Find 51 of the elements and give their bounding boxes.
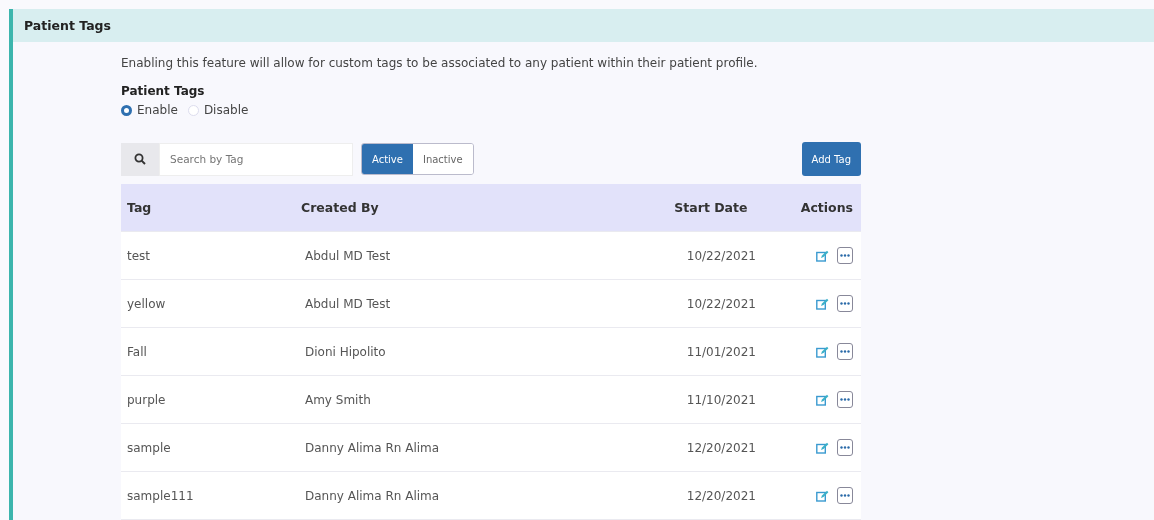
column-header: Tag xyxy=(126,200,153,215)
ellipsis-icon xyxy=(840,398,850,401)
table-cell-text: 11/10/2021 xyxy=(686,392,757,407)
table-cell-text: Danny Alima Rn Alima xyxy=(304,440,441,455)
add-tag-button[interactable]: Add Tag xyxy=(801,142,861,176)
search-field[interactable]: Search by Tag xyxy=(159,142,353,176)
more-button[interactable] xyxy=(837,487,853,504)
table-cell-text: Amy Smith xyxy=(304,392,372,407)
table-cell-text: Fall xyxy=(126,344,148,359)
radio-icon[interactable] xyxy=(121,104,132,116)
table-cell-text: Abdul MD Test xyxy=(304,296,392,311)
radio-option[interactable]: Disable xyxy=(187,103,249,117)
table-cell-text: 12/20/2021 xyxy=(686,488,757,503)
edit-icon[interactable] xyxy=(816,249,829,262)
filter-tab[interactable]: Inactive xyxy=(412,144,473,174)
table-cell-text: test xyxy=(126,248,152,263)
ellipsis-icon xyxy=(840,350,850,353)
ellipsis-icon xyxy=(840,446,850,449)
table-cell-text: yellow xyxy=(126,296,167,311)
more-button[interactable] xyxy=(837,247,853,264)
table-cell-text: Abdul MD Test xyxy=(304,248,392,263)
edit-icon[interactable] xyxy=(816,489,829,502)
search-icon xyxy=(121,142,159,176)
table-cell-text: Danny Alima Rn Alima xyxy=(304,488,441,503)
more-button[interactable] xyxy=(837,343,853,360)
column-header: Actions xyxy=(800,200,854,215)
ellipsis-icon xyxy=(840,302,850,305)
section-title: Patient Tags xyxy=(24,18,111,33)
setting-label: Patient Tags xyxy=(121,84,206,98)
more-button[interactable] xyxy=(837,295,853,312)
filter-tab[interactable]: Active xyxy=(362,144,413,174)
edit-icon[interactable] xyxy=(816,441,829,454)
radio-option[interactable]: Enable xyxy=(121,103,178,117)
description-text: Enabling this feature will allow for custom tags to be associated to any patient within their patient profile. xyxy=(121,56,759,70)
ellipsis-icon xyxy=(840,254,850,257)
table-cell-text: sample111 xyxy=(126,488,195,503)
more-button[interactable] xyxy=(837,391,853,408)
table-cell-text: 10/22/2021 xyxy=(686,248,757,263)
table-cell-text: 12/20/2021 xyxy=(686,440,757,455)
table-cell-text: 10/22/2021 xyxy=(686,296,757,311)
table-cell-text: Dioni Hipolito xyxy=(304,344,387,359)
edit-icon[interactable] xyxy=(816,297,829,310)
edit-icon[interactable] xyxy=(816,393,829,406)
table-cell-text: 11/01/2021 xyxy=(686,344,757,359)
table-cell-text: purple xyxy=(126,392,167,407)
table-cell-text: sample xyxy=(126,440,172,455)
ellipsis-icon xyxy=(840,494,850,497)
edit-icon[interactable] xyxy=(816,345,829,358)
more-button[interactable] xyxy=(837,439,853,456)
column-header: Created By xyxy=(301,200,380,215)
column-header: Start Date xyxy=(674,200,749,215)
